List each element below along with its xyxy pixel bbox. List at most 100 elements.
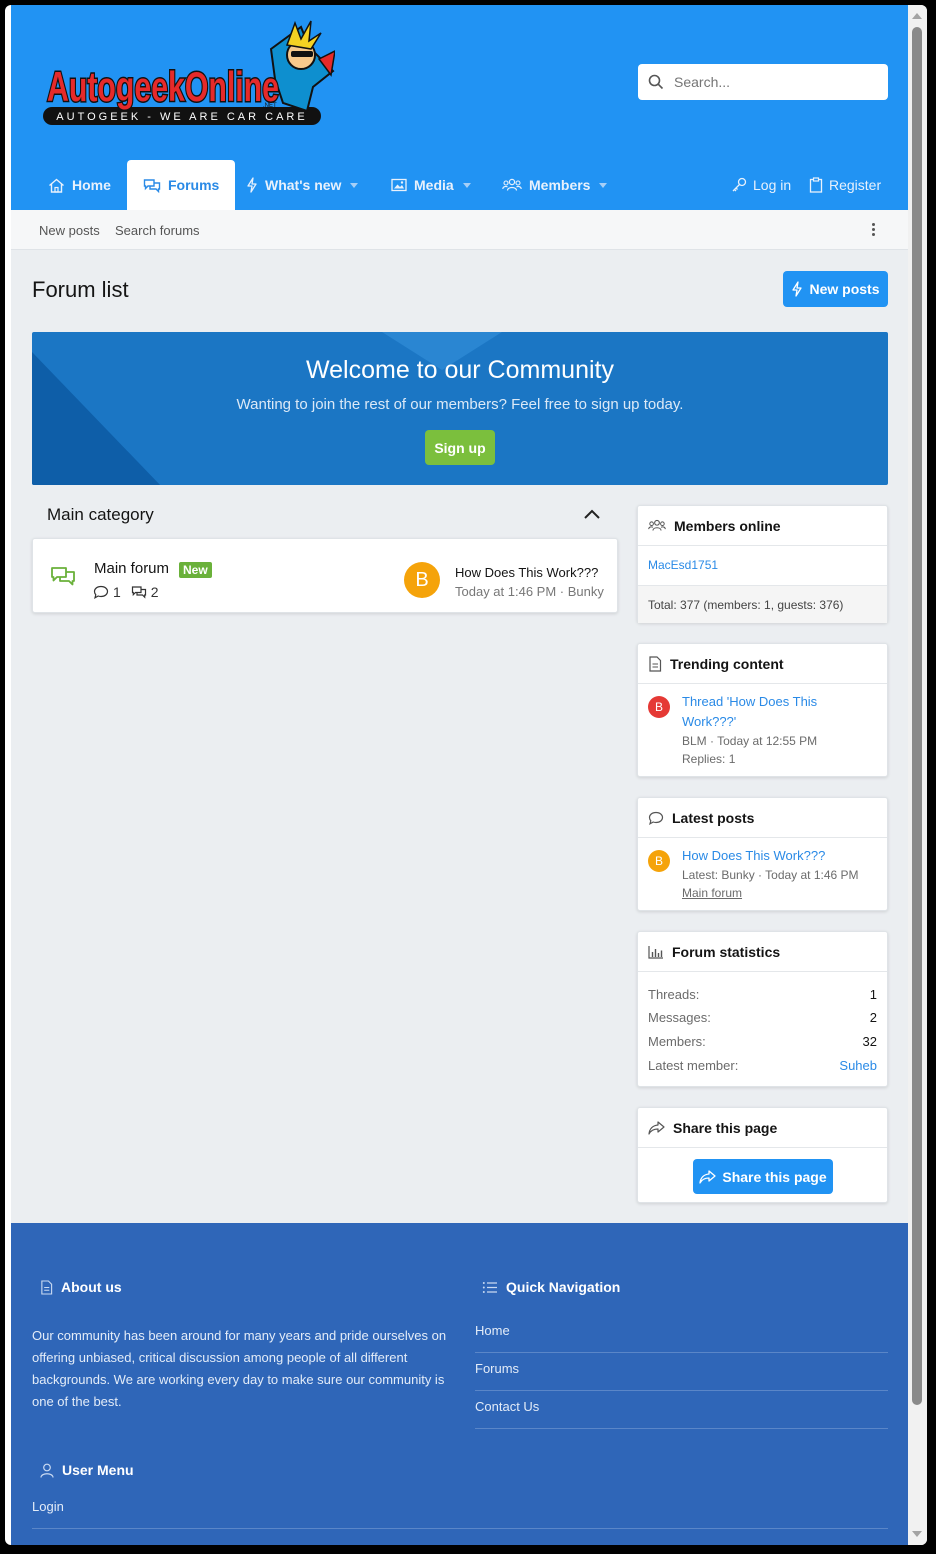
site-logo[interactable]: AUTOGEEK - WE ARE CAR CARE AutogeekOnlin… bbox=[39, 19, 335, 129]
share-title: Share this page bbox=[673, 1119, 778, 1136]
clipboard-icon bbox=[809, 177, 823, 193]
list-icon bbox=[482, 1281, 497, 1293]
share-widget: Share this page Share this page bbox=[637, 1107, 888, 1203]
last-poster-avatar[interactable]: B bbox=[404, 562, 440, 598]
image-icon bbox=[391, 178, 407, 192]
forum-name-link[interactable]: Main forum bbox=[94, 560, 169, 577]
share-icon bbox=[699, 1169, 717, 1184]
user-menu-title: User Menu bbox=[62, 1462, 134, 1478]
about-us-text: Our community has been around for many y… bbox=[32, 1328, 447, 1409]
members-online-widget: Members online MacEsd1751 Total: 377 (me… bbox=[637, 505, 888, 623]
nav-media-label: Media bbox=[414, 177, 454, 193]
site-header: AUTOGEEK - WE ARE CAR CARE AutogeekOnlin… bbox=[11, 5, 908, 210]
stat-row-messages: Messages: 2 bbox=[648, 1010, 877, 1025]
search-input[interactable] bbox=[674, 74, 874, 90]
forums-icon bbox=[143, 178, 161, 193]
comment-icon bbox=[648, 811, 664, 825]
scrollbar-thumb[interactable] bbox=[912, 27, 922, 1405]
new-badge: New bbox=[179, 562, 212, 578]
nav-members[interactable]: Members bbox=[502, 160, 608, 210]
nav-whats-new[interactable]: What's new bbox=[246, 160, 359, 210]
footer-link-forums[interactable]: Forums bbox=[475, 1353, 888, 1391]
footer-link-home[interactable]: Home bbox=[475, 1315, 888, 1353]
subnav-search-forums[interactable]: Search forums bbox=[115, 223, 200, 238]
user-icon bbox=[40, 1463, 54, 1478]
threads-icon bbox=[93, 585, 109, 599]
quick-nav-heading: Quick Navigation bbox=[482, 1279, 620, 1295]
stat-value: 32 bbox=[862, 1034, 877, 1049]
media-caret-icon[interactable] bbox=[462, 182, 471, 188]
stat-label: Members: bbox=[648, 1034, 706, 1049]
footer-link-contact-us[interactable]: Contact Us bbox=[475, 1391, 888, 1429]
trending-title: Trending content bbox=[670, 655, 784, 672]
browser-window: AUTOGEEK - WE ARE CAR CARE AutogeekOnlin… bbox=[5, 5, 927, 1545]
register-label: Register bbox=[829, 177, 882, 193]
search-box[interactable] bbox=[638, 64, 888, 100]
footer-link-login[interactable]: Login bbox=[32, 1491, 888, 1529]
trending-avatar[interactable]: B bbox=[648, 696, 670, 718]
trending-widget: Trending content B Thread 'How Does This… bbox=[637, 643, 888, 777]
document-icon bbox=[41, 1279, 53, 1295]
logo-suffix: .NET bbox=[263, 103, 277, 109]
stat-label: Messages: bbox=[648, 1010, 711, 1025]
trending-thread-link[interactable]: Thread 'How Does This Work???' bbox=[682, 692, 817, 732]
last-post-title-link[interactable]: How Does This Work??? bbox=[455, 565, 598, 580]
subnav-new-posts[interactable]: New posts bbox=[39, 223, 100, 238]
latest-post-forum-link[interactable]: Main forum bbox=[682, 886, 742, 900]
about-us-title: About us bbox=[61, 1279, 122, 1295]
logo-wordmark: AutogeekOnline bbox=[47, 63, 279, 110]
trending-replies: Replies: 1 bbox=[682, 752, 736, 766]
trending-meta: BLM · Today at 12:55 PM bbox=[682, 734, 818, 748]
login-link[interactable]: Log in bbox=[731, 160, 791, 210]
register-link[interactable]: Register bbox=[809, 160, 881, 210]
latest-posts-widget: Latest posts B How Does This Work??? Lat… bbox=[637, 797, 888, 911]
forum-statistics-title: Forum statistics bbox=[672, 943, 781, 960]
welcome-title: Welcome to our Community bbox=[306, 356, 614, 384]
category-title[interactable]: Main category bbox=[47, 505, 154, 525]
nav-members-label: Members bbox=[529, 177, 591, 193]
stat-label: Threads: bbox=[648, 987, 700, 1002]
nav-media[interactable]: Media bbox=[391, 160, 471, 210]
members-online-title: Members online bbox=[674, 517, 781, 534]
new-posts-button-label: New posts bbox=[809, 281, 880, 297]
nav-home-label: Home bbox=[72, 177, 111, 193]
sign-up-button[interactable]: Sign up bbox=[425, 430, 495, 465]
scroll-down-arrow-icon[interactable] bbox=[912, 1531, 922, 1537]
stat-label: Latest member: bbox=[648, 1058, 739, 1073]
collapse-chevron-icon[interactable] bbox=[583, 508, 601, 520]
latest-post-avatar[interactable]: B bbox=[648, 850, 670, 872]
latest-member-link[interactable]: Suheb bbox=[839, 1058, 877, 1073]
more-options-icon[interactable] bbox=[872, 223, 876, 238]
online-total: Total: 377 (members: 1, guests: 376) bbox=[638, 585, 887, 623]
new-posts-button[interactable]: New posts bbox=[783, 271, 888, 307]
main-nav: Home Forums What's new Media Members Log… bbox=[11, 160, 908, 210]
latest-post-meta: Latest: Bunky · Today at 1:46 PM bbox=[682, 868, 859, 882]
members-icon bbox=[648, 519, 666, 531]
latest-posts-header: Latest posts bbox=[638, 798, 887, 838]
vertical-scrollbar[interactable] bbox=[908, 5, 927, 1545]
nav-forums-label: Forums bbox=[168, 177, 220, 193]
share-page-button[interactable]: Share this page bbox=[693, 1159, 833, 1194]
share-icon bbox=[648, 1120, 665, 1135]
forum-statistics-header: Forum statistics bbox=[638, 932, 887, 972]
bolt-icon bbox=[247, 177, 257, 193]
nav-home[interactable]: Home bbox=[48, 160, 111, 210]
page-viewport: AUTOGEEK - WE ARE CAR CARE AutogeekOnlin… bbox=[11, 5, 908, 1545]
forum-stats: 1 2 bbox=[93, 584, 159, 600]
online-member-list: MacEsd1751 bbox=[638, 546, 887, 585]
bolt-icon bbox=[792, 281, 803, 297]
stat-row-latest-member: Latest member: Suheb bbox=[648, 1058, 877, 1073]
last-post-meta: Today at 1:46 PM · Bunky bbox=[455, 584, 604, 599]
key-icon bbox=[732, 177, 747, 192]
online-member-link[interactable]: MacEsd1751 bbox=[648, 558, 718, 572]
nav-forums[interactable]: Forums bbox=[127, 160, 236, 210]
search-icon bbox=[648, 74, 664, 90]
whats-new-caret-icon[interactable] bbox=[350, 182, 359, 188]
share-page-button-label: Share this page bbox=[722, 1168, 827, 1185]
document-icon bbox=[649, 655, 662, 672]
members-caret-icon[interactable] bbox=[599, 182, 608, 188]
scroll-up-arrow-icon[interactable] bbox=[912, 13, 922, 19]
latest-post-thread-link[interactable]: How Does This Work??? bbox=[682, 848, 825, 863]
stat-row-members: Members: 32 bbox=[648, 1034, 877, 1049]
thread-count: 1 bbox=[113, 584, 121, 600]
